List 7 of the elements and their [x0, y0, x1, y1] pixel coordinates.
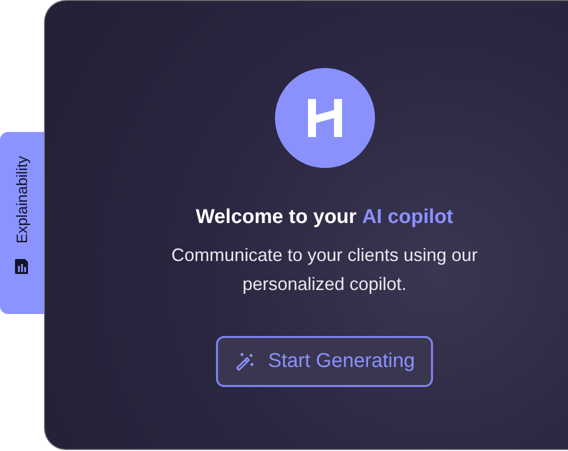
explainability-tab[interactable]: Explainability [0, 132, 44, 314]
magic-wand-icon [234, 350, 256, 372]
chart-icon [14, 258, 30, 275]
welcome-title: Welcome to your AI copilot [196, 206, 454, 229]
logo-icon [274, 68, 374, 168]
start-generating-button[interactable]: Start Generating [216, 336, 433, 387]
welcome-subtitle: Communicate to your clients using our personalized copilot. [170, 244, 479, 296]
